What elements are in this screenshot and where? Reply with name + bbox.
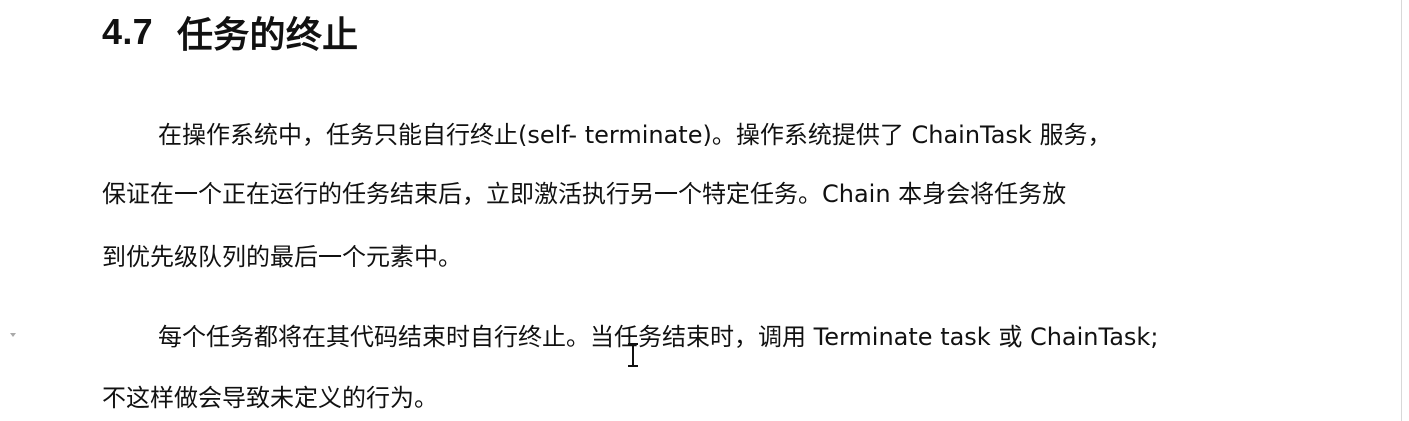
paragraph-1-line-3: 到优先级队列的最后一个元素中。 bbox=[102, 243, 462, 271]
paragraph-1-line-1: 在操作系统中，任务只能自行终止(self- terminate)。操作系统提供了… bbox=[158, 121, 1112, 149]
paragraph-2-line-1: 每个任务都将在其代码结束时自行终止。当任务结束时，调用 Terminate ta… bbox=[158, 323, 1159, 351]
paragraph-1-line-2: 保证在一个正在运行的任务结束后，立即激活执行另一个特定任务。Chain 本身会将… bbox=[102, 180, 1067, 208]
page-edge-divider bbox=[1401, 0, 1402, 421]
section-number: 4.7 bbox=[102, 11, 153, 52]
section-heading: 4.7 任务的终止 bbox=[102, 7, 358, 57]
section-title: 任务的终止 bbox=[176, 14, 359, 55]
paragraph-2-line-2: 不这样做会导致未定义的行为。 bbox=[102, 384, 438, 412]
collapse-marker-icon[interactable] bbox=[10, 333, 16, 337]
text-cursor-icon bbox=[626, 343, 640, 367]
text-cursor-stem bbox=[632, 345, 634, 365]
document-page: 4.7 任务的终止 在操作系统中，任务只能自行终止(self- terminat… bbox=[0, 0, 1409, 421]
text-cursor-bottom bbox=[628, 365, 638, 367]
